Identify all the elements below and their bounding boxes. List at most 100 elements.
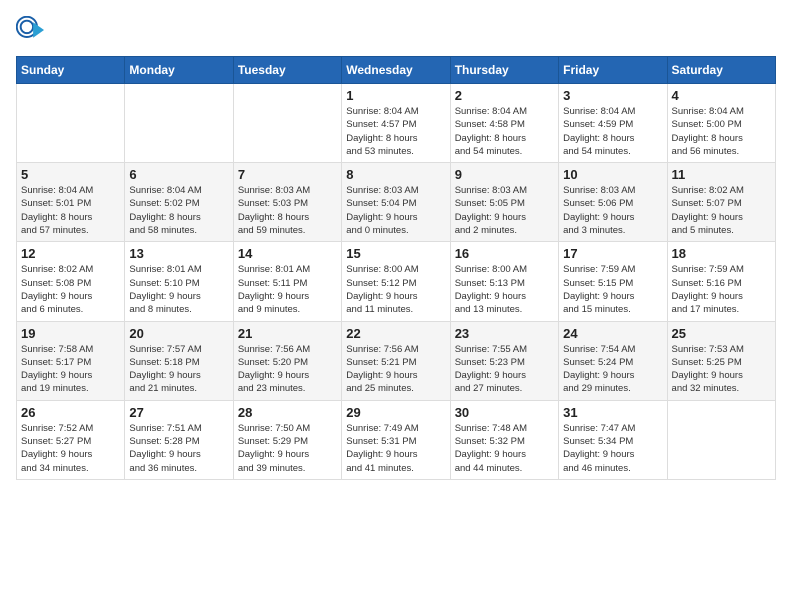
- day-number: 18: [672, 246, 771, 261]
- weekday-header: Thursday: [450, 57, 558, 84]
- weekday-header: Sunday: [17, 57, 125, 84]
- day-info: Sunrise: 8:04 AM Sunset: 4:58 PM Dayligh…: [455, 105, 554, 158]
- calendar-cell: 2 Sunrise: 8:04 AM Sunset: 4:58 PM Daylig…: [450, 84, 558, 163]
- day-info: Sunrise: 7:56 AM Sunset: 5:21 PM Dayligh…: [346, 343, 445, 396]
- day-info: Sunrise: 7:49 AM Sunset: 5:31 PM Dayligh…: [346, 422, 445, 475]
- calendar-cell: 22Sunrise: 7:56 AM Sunset: 5:21 PM Dayli…: [342, 321, 450, 400]
- day-number: 23: [455, 326, 554, 341]
- day-number: 13: [129, 246, 228, 261]
- day-number: 28: [238, 405, 337, 420]
- day-info: Sunrise: 8:04 AM Sunset: 5:00 PM Dayligh…: [672, 105, 771, 158]
- day-info: Sunrise: 8:01 AM Sunset: 5:11 PM Dayligh…: [238, 263, 337, 316]
- day-info: Sunrise: 8:02 AM Sunset: 5:07 PM Dayligh…: [672, 184, 771, 237]
- calendar-cell: 10 Sunrise: 8:03 AM Sunset: 5:06 PM Dayli…: [559, 163, 667, 242]
- day-info: Sunrise: 7:53 AM Sunset: 5:25 PM Dayligh…: [672, 343, 771, 396]
- calendar-cell: [125, 84, 233, 163]
- day-number: 9: [455, 167, 554, 182]
- calendar-header: SundayMondayTuesdayWednesdayThursdayFrid…: [17, 57, 776, 84]
- calendar-cell: 18 Sunrise: 7:59 AM Sunset: 5:16 PM Dayli…: [667, 242, 775, 321]
- weekday-header: Friday: [559, 57, 667, 84]
- day-number: 31: [563, 405, 662, 420]
- day-info: Sunrise: 7:55 AM Sunset: 5:23 PM Dayligh…: [455, 343, 554, 396]
- calendar-cell: 7 Sunrise: 8:03 AM Sunset: 5:03 PM Daylig…: [233, 163, 341, 242]
- day-info: Sunrise: 7:51 AM Sunset: 5:28 PM Dayligh…: [129, 422, 228, 475]
- day-number: 7: [238, 167, 337, 182]
- day-info: Sunrise: 8:00 AM Sunset: 5:12 PM Dayligh…: [346, 263, 445, 316]
- day-number: 29: [346, 405, 445, 420]
- day-info: Sunrise: 7:52 AM Sunset: 5:27 PM Dayligh…: [21, 422, 120, 475]
- calendar-cell: 3 Sunrise: 8:04 AM Sunset: 4:59 PM Daylig…: [559, 84, 667, 163]
- calendar-cell: 28 Sunrise: 7:50 AM Sunset: 5:29 PM Dayli…: [233, 400, 341, 479]
- day-info: Sunrise: 8:03 AM Sunset: 5:03 PM Dayligh…: [238, 184, 337, 237]
- calendar-cell: 13 Sunrise: 8:01 AM Sunset: 5:10 PM Dayli…: [125, 242, 233, 321]
- day-info: Sunrise: 8:04 AM Sunset: 4:57 PM Dayligh…: [346, 105, 445, 158]
- calendar-cell: 26 Sunrise: 7:52 AM Sunset: 5:27 PM Dayli…: [17, 400, 125, 479]
- calendar-cell: 11Sunrise: 8:02 AM Sunset: 5:07 PM Dayli…: [667, 163, 775, 242]
- day-info: Sunrise: 7:58 AM Sunset: 5:17 PM Dayligh…: [21, 343, 120, 396]
- weekday-header: Wednesday: [342, 57, 450, 84]
- day-info: Sunrise: 7:57 AM Sunset: 5:18 PM Dayligh…: [129, 343, 228, 396]
- day-info: Sunrise: 8:03 AM Sunset: 5:06 PM Dayligh…: [563, 184, 662, 237]
- day-number: 26: [21, 405, 120, 420]
- calendar-cell: 15 Sunrise: 8:00 AM Sunset: 5:12 PM Dayli…: [342, 242, 450, 321]
- calendar-week-row: 1 Sunrise: 8:04 AM Sunset: 4:57 PM Daylig…: [17, 84, 776, 163]
- calendar-week-row: 12 Sunrise: 8:02 AM Sunset: 5:08 PM Dayli…: [17, 242, 776, 321]
- day-number: 16: [455, 246, 554, 261]
- calendar-cell: [667, 400, 775, 479]
- calendar-cell: 12 Sunrise: 8:02 AM Sunset: 5:08 PM Dayli…: [17, 242, 125, 321]
- calendar-body: 1 Sunrise: 8:04 AM Sunset: 4:57 PM Daylig…: [17, 84, 776, 480]
- day-info: Sunrise: 8:04 AM Sunset: 5:01 PM Dayligh…: [21, 184, 120, 237]
- day-info: Sunrise: 7:48 AM Sunset: 5:32 PM Dayligh…: [455, 422, 554, 475]
- day-number: 19: [21, 326, 120, 341]
- day-info: Sunrise: 7:47 AM Sunset: 5:34 PM Dayligh…: [563, 422, 662, 475]
- calendar-cell: 24Sunrise: 7:54 AM Sunset: 5:24 PM Dayli…: [559, 321, 667, 400]
- day-info: Sunrise: 8:00 AM Sunset: 5:13 PM Dayligh…: [455, 263, 554, 316]
- calendar-cell: 21 Sunrise: 7:56 AM Sunset: 5:20 PM Dayli…: [233, 321, 341, 400]
- calendar-table: SundayMondayTuesdayWednesdayThursdayFrid…: [16, 56, 776, 480]
- calendar-week-row: 19 Sunrise: 7:58 AM Sunset: 5:17 PM Dayli…: [17, 321, 776, 400]
- calendar-cell: 27 Sunrise: 7:51 AM Sunset: 5:28 PM Dayli…: [125, 400, 233, 479]
- calendar-cell: 17Sunrise: 7:59 AM Sunset: 5:15 PM Dayli…: [559, 242, 667, 321]
- day-info: Sunrise: 8:01 AM Sunset: 5:10 PM Dayligh…: [129, 263, 228, 316]
- calendar-cell: 20Sunrise: 7:57 AM Sunset: 5:18 PM Dayli…: [125, 321, 233, 400]
- day-number: 4: [672, 88, 771, 103]
- calendar-cell: 19 Sunrise: 7:58 AM Sunset: 5:17 PM Dayli…: [17, 321, 125, 400]
- calendar-cell: 1 Sunrise: 8:04 AM Sunset: 4:57 PM Daylig…: [342, 84, 450, 163]
- calendar-week-row: 26 Sunrise: 7:52 AM Sunset: 5:27 PM Dayli…: [17, 400, 776, 479]
- day-info: Sunrise: 8:04 AM Sunset: 5:02 PM Dayligh…: [129, 184, 228, 237]
- page-header: [16, 16, 776, 44]
- calendar-cell: 5Sunrise: 8:04 AM Sunset: 5:01 PM Daylig…: [17, 163, 125, 242]
- calendar-cell: 25 Sunrise: 7:53 AM Sunset: 5:25 PM Dayli…: [667, 321, 775, 400]
- logo-icon: [16, 16, 44, 44]
- day-info: Sunrise: 8:02 AM Sunset: 5:08 PM Dayligh…: [21, 263, 120, 316]
- day-number: 10: [563, 167, 662, 182]
- day-number: 12: [21, 246, 120, 261]
- day-info: Sunrise: 8:03 AM Sunset: 5:05 PM Dayligh…: [455, 184, 554, 237]
- calendar-cell: 16 Sunrise: 8:00 AM Sunset: 5:13 PM Dayli…: [450, 242, 558, 321]
- day-info: Sunrise: 7:56 AM Sunset: 5:20 PM Dayligh…: [238, 343, 337, 396]
- day-number: 15: [346, 246, 445, 261]
- day-number: 3: [563, 88, 662, 103]
- day-number: 30: [455, 405, 554, 420]
- calendar-cell: 23 Sunrise: 7:55 AM Sunset: 5:23 PM Dayli…: [450, 321, 558, 400]
- day-number: 27: [129, 405, 228, 420]
- day-number: 2: [455, 88, 554, 103]
- calendar-cell: 9 Sunrise: 8:03 AM Sunset: 5:05 PM Daylig…: [450, 163, 558, 242]
- day-info: Sunrise: 7:54 AM Sunset: 5:24 PM Dayligh…: [563, 343, 662, 396]
- weekday-header: Saturday: [667, 57, 775, 84]
- calendar-cell: [17, 84, 125, 163]
- day-number: 1: [346, 88, 445, 103]
- calendar-cell: 31 Sunrise: 7:47 AM Sunset: 5:34 PM Dayli…: [559, 400, 667, 479]
- day-number: 21: [238, 326, 337, 341]
- header-row: SundayMondayTuesdayWednesdayThursdayFrid…: [17, 57, 776, 84]
- day-number: 25: [672, 326, 771, 341]
- calendar-cell: 8Sunrise: 8:03 AM Sunset: 5:04 PM Daylig…: [342, 163, 450, 242]
- day-info: Sunrise: 7:59 AM Sunset: 5:16 PM Dayligh…: [672, 263, 771, 316]
- calendar-cell: 29 Sunrise: 7:49 AM Sunset: 5:31 PM Dayli…: [342, 400, 450, 479]
- calendar-week-row: 5Sunrise: 8:04 AM Sunset: 5:01 PM Daylig…: [17, 163, 776, 242]
- day-info: Sunrise: 7:50 AM Sunset: 5:29 PM Dayligh…: [238, 422, 337, 475]
- day-number: 6: [129, 167, 228, 182]
- weekday-header: Monday: [125, 57, 233, 84]
- weekday-header: Tuesday: [233, 57, 341, 84]
- day-info: Sunrise: 8:04 AM Sunset: 4:59 PM Dayligh…: [563, 105, 662, 158]
